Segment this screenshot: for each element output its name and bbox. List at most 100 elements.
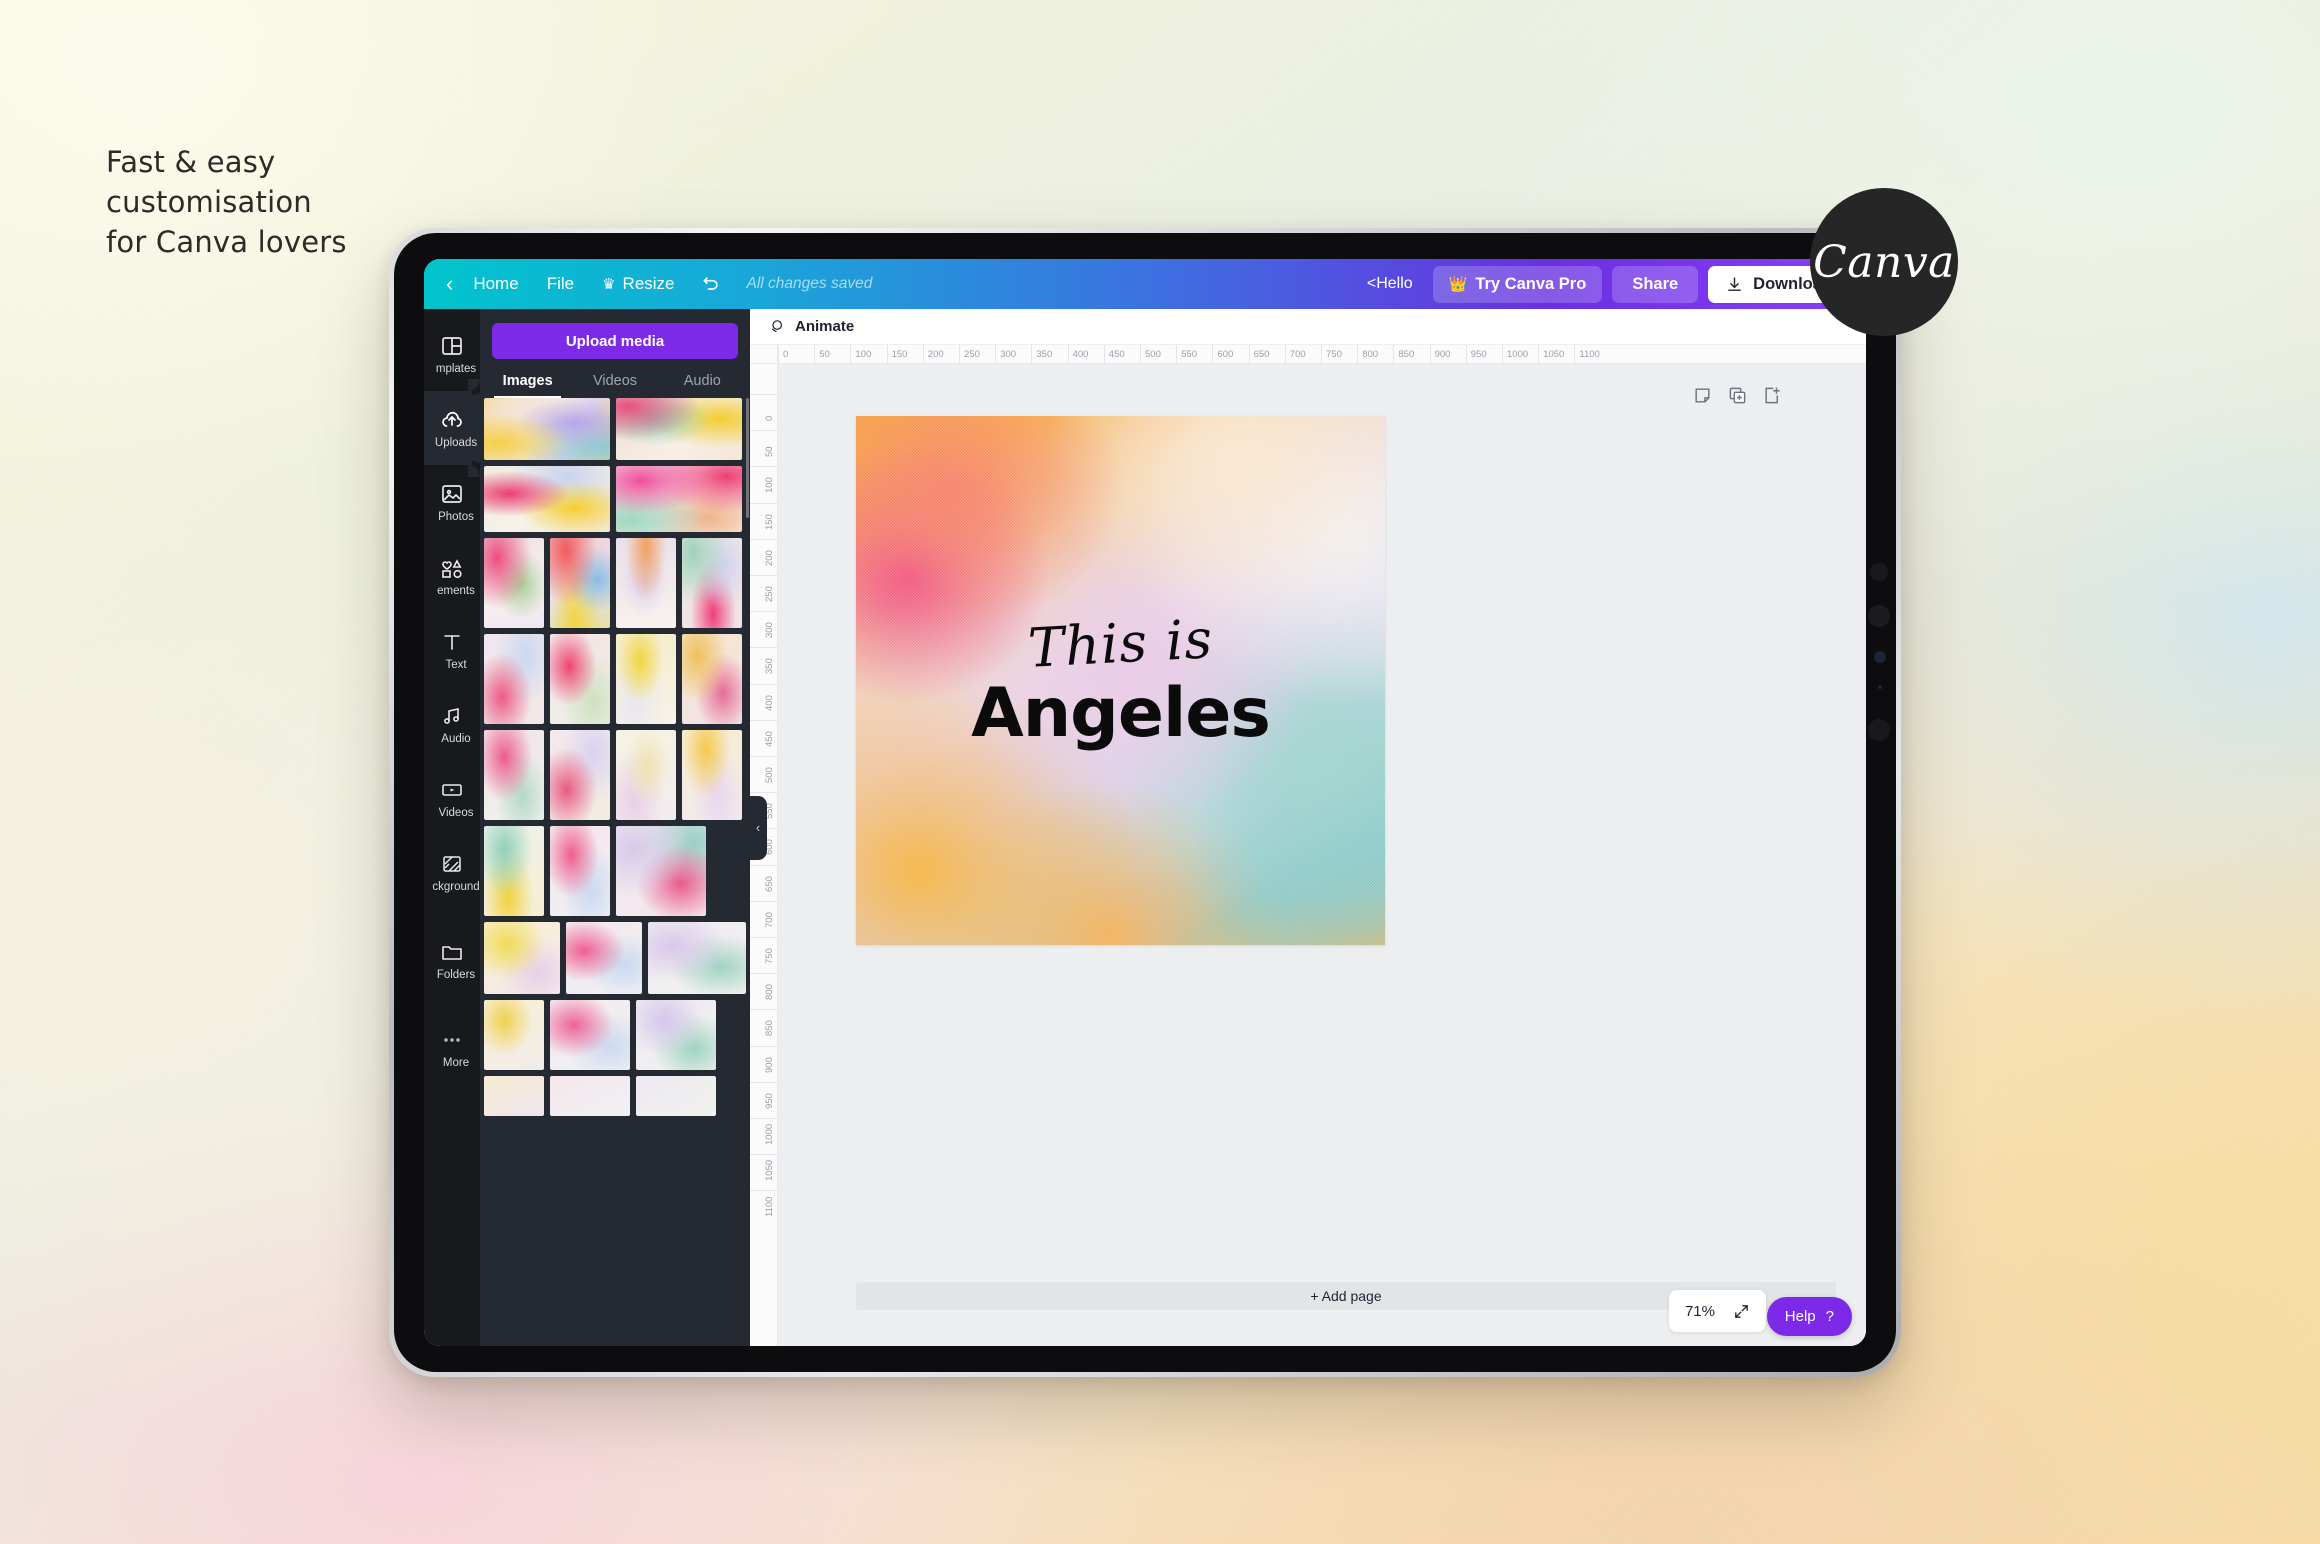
upload-thumbnail[interactable]: [616, 730, 676, 820]
ruler-tick: 1050: [1538, 345, 1564, 363]
sidebar-label-background: ckground: [432, 880, 480, 893]
uploads-row: [484, 398, 746, 460]
elements-icon: [442, 558, 462, 578]
collapse-panel-button[interactable]: ‹: [749, 795, 767, 860]
upload-media-button[interactable]: Upload media: [492, 323, 738, 359]
expand-icon[interactable]: [1733, 1303, 1750, 1320]
uploads-grid[interactable]: [480, 398, 750, 1346]
upload-thumbnail[interactable]: [616, 398, 742, 460]
sidebar-item-audio[interactable]: Audio: [424, 687, 480, 761]
help-button[interactable]: Help ?: [1766, 1297, 1852, 1336]
upload-thumbnail[interactable]: [484, 466, 610, 532]
ruler-tick-label: 300: [764, 622, 775, 639]
upload-thumbnail[interactable]: [484, 538, 544, 628]
upload-thumbnail[interactable]: [550, 730, 610, 820]
design-canvas[interactable]: This is Angeles: [856, 416, 1385, 945]
upload-thumbnail[interactable]: [484, 398, 610, 460]
ruler-tick: 550: [750, 792, 777, 819]
upload-thumbnail[interactable]: [616, 826, 706, 916]
upload-thumbnail[interactable]: [550, 1076, 630, 1116]
sidebar-label-uploads: Uploads: [434, 436, 478, 449]
uploads-row: [484, 634, 746, 724]
tab-audio[interactable]: Audio: [659, 373, 746, 398]
uploads-row: [484, 538, 746, 628]
sidebar-label-templates: mplates: [435, 362, 477, 375]
ruler-tick: 950: [1465, 345, 1487, 363]
upload-thumbnail[interactable]: [566, 922, 643, 994]
ruler-tick: 700: [1284, 345, 1306, 363]
upload-cloud-icon: [442, 411, 462, 427]
upload-thumbnail[interactable]: [636, 1000, 716, 1070]
ruler-tick: 100: [850, 345, 871, 363]
zoom-level-value[interactable]: 71%: [1685, 1303, 1715, 1320]
sidebar-item-elements[interactable]: ements: [424, 539, 480, 613]
tab-images-label: Images: [502, 373, 553, 389]
ruler-tick-label: 800: [764, 984, 775, 1001]
tab-videos[interactable]: Videos: [571, 373, 658, 398]
canvas-stage[interactable]: This is Angeles + Add page 71% Help ?: [778, 364, 1866, 1346]
sidebar-item-more[interactable]: More: [424, 1011, 480, 1085]
bezel-reflection-1: [1870, 563, 1888, 581]
ruler-tick: 0: [750, 394, 777, 421]
sidebar-item-photos[interactable]: Photos: [424, 465, 480, 539]
sidebar-item-videos[interactable]: Videos: [424, 761, 480, 835]
undo-button[interactable]: [689, 268, 733, 300]
sidebar-item-uploads[interactable]: Uploads: [424, 379, 480, 477]
upload-thumbnail[interactable]: [550, 826, 610, 916]
upload-thumbnail[interactable]: [682, 730, 742, 820]
add-page-label: + Add page: [1310, 1288, 1382, 1304]
canvas-wrapper: 0 50 100 150 200 250 300 350 400 450 500 550 600 650 7…: [750, 364, 1866, 1346]
animate-label[interactable]: Animate: [795, 318, 854, 335]
tab-images[interactable]: Images: [484, 373, 571, 398]
upload-thumbnail[interactable]: [616, 634, 676, 724]
file-menu-button[interactable]: File: [533, 267, 588, 301]
design-headline-text[interactable]: Angeles: [856, 674, 1385, 753]
upload-thumbnail[interactable]: [616, 466, 742, 532]
upload-thumbnail[interactable]: [682, 538, 742, 628]
ruler-tick: 400: [1067, 345, 1088, 363]
ruler-tick: 900: [750, 1045, 777, 1073]
tablet-device: ‹ Home File ♛ Resize All changes saved <…: [389, 228, 1901, 1377]
upload-thumbnail[interactable]: [616, 538, 676, 628]
editor-main: mplates Uploads Photos ements Text Audio…: [424, 309, 1866, 1346]
upload-thumbnail[interactable]: [550, 634, 610, 724]
upload-thumbnail[interactable]: [550, 1000, 630, 1070]
upload-thumbnail[interactable]: [484, 1076, 544, 1116]
crown-icon: ♛: [602, 276, 616, 293]
ruler-tick: 350: [1031, 345, 1052, 363]
upload-thumbnail[interactable]: [648, 922, 746, 994]
upload-thumbnail[interactable]: [484, 730, 544, 820]
editor-topbar: ‹ Home File ♛ Resize All changes saved <…: [424, 259, 1866, 309]
ruler-tick: 650: [750, 864, 777, 892]
duplicate-page-icon[interactable]: [1728, 386, 1747, 405]
back-button[interactable]: ‹: [434, 267, 459, 301]
sidebar-label-more: More: [442, 1056, 470, 1069]
try-canva-pro-button[interactable]: 👑 Try Canva Pro: [1432, 265, 1603, 303]
upload-thumbnail[interactable]: [682, 634, 742, 724]
sidebar-item-background[interactable]: ckground: [424, 835, 480, 909]
upload-thumbnail[interactable]: [484, 634, 544, 724]
home-button[interactable]: Home: [459, 267, 532, 301]
account-button[interactable]: <Hello: [1357, 269, 1423, 299]
sidebar-item-text[interactable]: Text: [424, 613, 480, 687]
upload-thumbnail[interactable]: [484, 922, 561, 994]
tab-videos-label: Videos: [592, 373, 638, 389]
resize-button[interactable]: ♛ Resize: [588, 267, 688, 301]
upload-thumbnail[interactable]: [550, 538, 610, 628]
ruler-tick: 750: [750, 937, 777, 964]
sidebar-item-folders[interactable]: Folders: [424, 923, 480, 997]
upload-thumbnail[interactable]: [484, 1000, 544, 1070]
panel-scrollbar[interactable]: [746, 398, 749, 518]
add-page-icon[interactable]: [1763, 386, 1782, 405]
ruler-tick-label: 750: [764, 948, 775, 964]
upload-thumbnail[interactable]: [636, 1076, 716, 1116]
left-rail: mplates Uploads Photos ements Text Audio…: [424, 309, 480, 1346]
ruler-tick: 300: [750, 611, 777, 638]
upload-thumbnail[interactable]: [484, 826, 544, 916]
notes-icon[interactable]: [1693, 386, 1712, 405]
horizontal-ruler[interactable]: 0 50 100 150 200 250 300 350 400 450 500 550 600 650 7…: [750, 345, 1866, 364]
ruler-tick: 800: [750, 973, 777, 1000]
share-button[interactable]: Share: [1612, 265, 1699, 303]
ruler-tick-label: 350: [764, 658, 775, 675]
bezel-camera: [1874, 651, 1886, 663]
